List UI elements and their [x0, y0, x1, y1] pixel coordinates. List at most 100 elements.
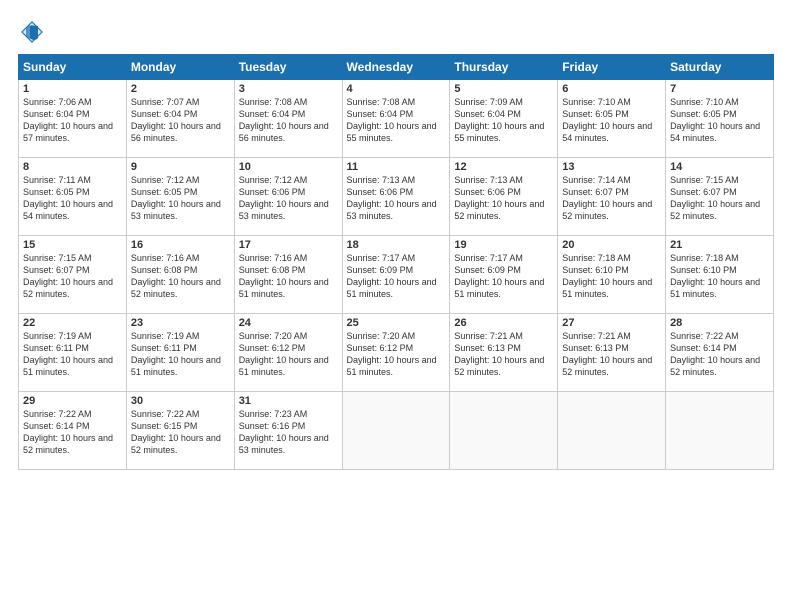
day-info: Sunrise: 7:22 AMSunset: 6:14 PMDaylight:…	[23, 408, 122, 457]
day-info: Sunrise: 7:17 AMSunset: 6:09 PMDaylight:…	[347, 252, 446, 301]
day-info: Sunrise: 7:17 AMSunset: 6:09 PMDaylight:…	[454, 252, 553, 301]
calendar-cell: 1Sunrise: 7:06 AMSunset: 6:04 PMDaylight…	[19, 80, 127, 158]
calendar-header-friday: Friday	[558, 55, 666, 80]
day-number: 21	[670, 239, 769, 251]
day-number: 22	[23, 317, 122, 329]
calendar-cell: 27Sunrise: 7:21 AMSunset: 6:13 PMDayligh…	[558, 314, 666, 392]
calendar-cell: 20Sunrise: 7:18 AMSunset: 6:10 PMDayligh…	[558, 236, 666, 314]
day-number: 25	[347, 317, 446, 329]
day-number: 16	[131, 239, 230, 251]
calendar-header-thursday: Thursday	[450, 55, 558, 80]
calendar-cell	[558, 392, 666, 470]
day-info: Sunrise: 7:06 AMSunset: 6:04 PMDaylight:…	[23, 96, 122, 145]
calendar-cell: 17Sunrise: 7:16 AMSunset: 6:08 PMDayligh…	[234, 236, 342, 314]
calendar-cell: 2Sunrise: 7:07 AMSunset: 6:04 PMDaylight…	[126, 80, 234, 158]
day-info: Sunrise: 7:19 AMSunset: 6:11 PMDaylight:…	[23, 330, 122, 379]
day-number: 5	[454, 83, 553, 95]
day-info: Sunrise: 7:11 AMSunset: 6:05 PMDaylight:…	[23, 174, 122, 223]
calendar-cell: 28Sunrise: 7:22 AMSunset: 6:14 PMDayligh…	[666, 314, 774, 392]
calendar-cell: 9Sunrise: 7:12 AMSunset: 6:05 PMDaylight…	[126, 158, 234, 236]
day-number: 31	[239, 395, 338, 407]
day-number: 28	[670, 317, 769, 329]
calendar-cell: 4Sunrise: 7:08 AMSunset: 6:04 PMDaylight…	[342, 80, 450, 158]
day-info: Sunrise: 7:08 AMSunset: 6:04 PMDaylight:…	[239, 96, 338, 145]
day-number: 29	[23, 395, 122, 407]
day-number: 26	[454, 317, 553, 329]
day-number: 18	[347, 239, 446, 251]
day-info: Sunrise: 7:14 AMSunset: 6:07 PMDaylight:…	[562, 174, 661, 223]
day-info: Sunrise: 7:18 AMSunset: 6:10 PMDaylight:…	[562, 252, 661, 301]
page: SundayMondayTuesdayWednesdayThursdayFrid…	[0, 0, 792, 612]
calendar-header-row: SundayMondayTuesdayWednesdayThursdayFrid…	[19, 55, 774, 80]
day-number: 13	[562, 161, 661, 173]
day-info: Sunrise: 7:15 AMSunset: 6:07 PMDaylight:…	[23, 252, 122, 301]
calendar-cell: 10Sunrise: 7:12 AMSunset: 6:06 PMDayligh…	[234, 158, 342, 236]
calendar-cell: 18Sunrise: 7:17 AMSunset: 6:09 PMDayligh…	[342, 236, 450, 314]
day-number: 27	[562, 317, 661, 329]
day-info: Sunrise: 7:16 AMSunset: 6:08 PMDaylight:…	[131, 252, 230, 301]
calendar-cell: 25Sunrise: 7:20 AMSunset: 6:12 PMDayligh…	[342, 314, 450, 392]
day-number: 3	[239, 83, 338, 95]
day-number: 9	[131, 161, 230, 173]
calendar-cell: 13Sunrise: 7:14 AMSunset: 6:07 PMDayligh…	[558, 158, 666, 236]
day-number: 11	[347, 161, 446, 173]
calendar-cell: 15Sunrise: 7:15 AMSunset: 6:07 PMDayligh…	[19, 236, 127, 314]
day-number: 2	[131, 83, 230, 95]
day-info: Sunrise: 7:19 AMSunset: 6:11 PMDaylight:…	[131, 330, 230, 379]
day-info: Sunrise: 7:20 AMSunset: 6:12 PMDaylight:…	[239, 330, 338, 379]
calendar-header-saturday: Saturday	[666, 55, 774, 80]
day-number: 7	[670, 83, 769, 95]
day-info: Sunrise: 7:21 AMSunset: 6:13 PMDaylight:…	[454, 330, 553, 379]
calendar-cell: 12Sunrise: 7:13 AMSunset: 6:06 PMDayligh…	[450, 158, 558, 236]
calendar-cell: 7Sunrise: 7:10 AMSunset: 6:05 PMDaylight…	[666, 80, 774, 158]
day-number: 23	[131, 317, 230, 329]
calendar-week-4: 22Sunrise: 7:19 AMSunset: 6:11 PMDayligh…	[19, 314, 774, 392]
day-number: 4	[347, 83, 446, 95]
day-info: Sunrise: 7:16 AMSunset: 6:08 PMDaylight:…	[239, 252, 338, 301]
calendar-cell	[342, 392, 450, 470]
day-info: Sunrise: 7:21 AMSunset: 6:13 PMDaylight:…	[562, 330, 661, 379]
day-info: Sunrise: 7:12 AMSunset: 6:06 PMDaylight:…	[239, 174, 338, 223]
calendar-cell: 22Sunrise: 7:19 AMSunset: 6:11 PMDayligh…	[19, 314, 127, 392]
calendar-cell	[666, 392, 774, 470]
calendar-week-1: 1Sunrise: 7:06 AMSunset: 6:04 PMDaylight…	[19, 80, 774, 158]
calendar-cell: 16Sunrise: 7:16 AMSunset: 6:08 PMDayligh…	[126, 236, 234, 314]
calendar-header-wednesday: Wednesday	[342, 55, 450, 80]
day-number: 12	[454, 161, 553, 173]
calendar-cell: 31Sunrise: 7:23 AMSunset: 6:16 PMDayligh…	[234, 392, 342, 470]
calendar-cell: 8Sunrise: 7:11 AMSunset: 6:05 PMDaylight…	[19, 158, 127, 236]
day-info: Sunrise: 7:13 AMSunset: 6:06 PMDaylight:…	[347, 174, 446, 223]
calendar-header-tuesday: Tuesday	[234, 55, 342, 80]
day-number: 19	[454, 239, 553, 251]
calendar-header-sunday: Sunday	[19, 55, 127, 80]
day-info: Sunrise: 7:12 AMSunset: 6:05 PMDaylight:…	[131, 174, 230, 223]
day-info: Sunrise: 7:13 AMSunset: 6:06 PMDaylight:…	[454, 174, 553, 223]
calendar-cell: 11Sunrise: 7:13 AMSunset: 6:06 PMDayligh…	[342, 158, 450, 236]
calendar-cell: 30Sunrise: 7:22 AMSunset: 6:15 PMDayligh…	[126, 392, 234, 470]
day-info: Sunrise: 7:22 AMSunset: 6:14 PMDaylight:…	[670, 330, 769, 379]
calendar-cell: 5Sunrise: 7:09 AMSunset: 6:04 PMDaylight…	[450, 80, 558, 158]
logo-icon	[18, 18, 46, 46]
calendar-cell: 23Sunrise: 7:19 AMSunset: 6:11 PMDayligh…	[126, 314, 234, 392]
day-number: 30	[131, 395, 230, 407]
day-number: 14	[670, 161, 769, 173]
day-number: 15	[23, 239, 122, 251]
logo	[18, 18, 50, 46]
day-info: Sunrise: 7:10 AMSunset: 6:05 PMDaylight:…	[562, 96, 661, 145]
calendar-cell: 19Sunrise: 7:17 AMSunset: 6:09 PMDayligh…	[450, 236, 558, 314]
calendar-week-5: 29Sunrise: 7:22 AMSunset: 6:14 PMDayligh…	[19, 392, 774, 470]
day-number: 20	[562, 239, 661, 251]
day-info: Sunrise: 7:10 AMSunset: 6:05 PMDaylight:…	[670, 96, 769, 145]
day-info: Sunrise: 7:15 AMSunset: 6:07 PMDaylight:…	[670, 174, 769, 223]
calendar-cell: 29Sunrise: 7:22 AMSunset: 6:14 PMDayligh…	[19, 392, 127, 470]
day-info: Sunrise: 7:09 AMSunset: 6:04 PMDaylight:…	[454, 96, 553, 145]
calendar-cell: 21Sunrise: 7:18 AMSunset: 6:10 PMDayligh…	[666, 236, 774, 314]
day-number: 1	[23, 83, 122, 95]
day-number: 6	[562, 83, 661, 95]
calendar-cell: 14Sunrise: 7:15 AMSunset: 6:07 PMDayligh…	[666, 158, 774, 236]
day-number: 10	[239, 161, 338, 173]
calendar-cell: 24Sunrise: 7:20 AMSunset: 6:12 PMDayligh…	[234, 314, 342, 392]
calendar-cell: 26Sunrise: 7:21 AMSunset: 6:13 PMDayligh…	[450, 314, 558, 392]
calendar-cell	[450, 392, 558, 470]
day-info: Sunrise: 7:20 AMSunset: 6:12 PMDaylight:…	[347, 330, 446, 379]
